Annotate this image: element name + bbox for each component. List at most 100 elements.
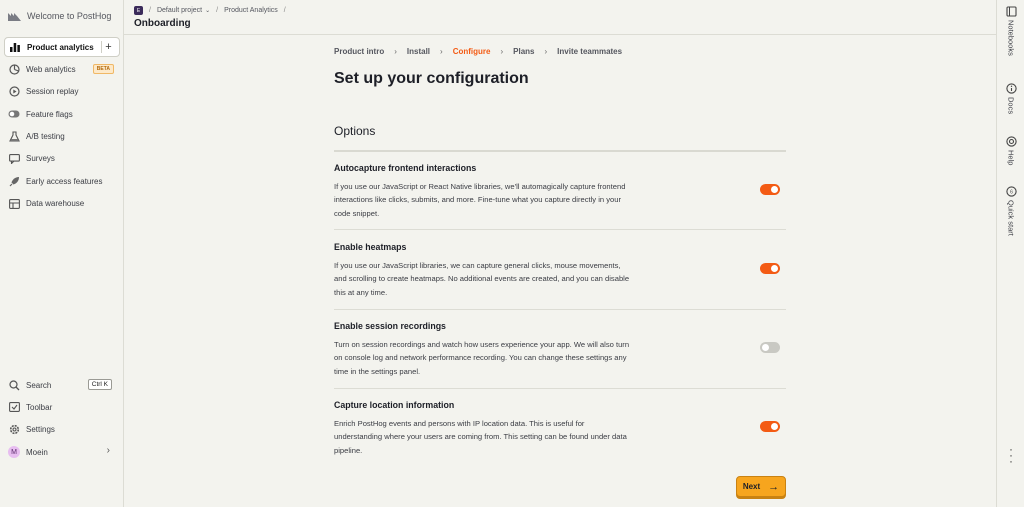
step-product-intro[interactable]: Product intro xyxy=(334,47,384,56)
toolbar-button[interactable]: Toolbar xyxy=(4,397,120,417)
option-description: If you use our JavaScript libraries, we … xyxy=(334,261,630,297)
posthog-logo-icon xyxy=(8,13,21,21)
sidebar-item-product-analytics[interactable]: Product analytics + xyxy=(4,37,120,57)
avatar: M xyxy=(8,446,20,459)
toolbar-icon xyxy=(8,401,20,413)
search-button[interactable]: Search Ctrl K xyxy=(4,375,120,395)
sidebar-item-label: Surveys xyxy=(26,154,55,164)
heatmaps-toggle[interactable] xyxy=(760,263,780,274)
bar-chart-icon xyxy=(9,41,21,53)
option-description: If you use our JavaScript or React Nativ… xyxy=(334,182,626,218)
chevron-right-icon: › xyxy=(500,47,504,56)
progress-icon: 6 xyxy=(1005,186,1017,197)
divider xyxy=(334,388,786,389)
sidebar-item-label: A/B testing xyxy=(26,132,65,142)
divider xyxy=(334,229,786,230)
lifebuoy-icon xyxy=(1005,136,1017,147)
sidebar-item-data-warehouse[interactable]: Data warehouse xyxy=(4,194,120,214)
search-shortcut: Ctrl K xyxy=(87,379,112,390)
search-icon xyxy=(8,379,20,391)
options-title: Options xyxy=(334,124,376,138)
breadcrumb-project[interactable]: Default project xyxy=(157,7,202,14)
chevron-down-icon: ⌄ xyxy=(205,8,211,14)
option-title: Autocapture frontend interactions xyxy=(334,163,477,173)
sidebar-bottom: Search Ctrl K Toolbar Settings M Moein › xyxy=(0,375,124,465)
rail-label: Help xyxy=(1006,150,1016,166)
session-recordings-toggle[interactable] xyxy=(760,342,780,353)
rail-quick-start[interactable]: 6 Quick start xyxy=(997,186,1024,236)
arrow-right-icon: → xyxy=(768,480,780,493)
rail-notebooks[interactable]: Notebooks xyxy=(997,6,1024,56)
sidebar-item-feature-flags[interactable]: Feature flags xyxy=(4,104,120,124)
divider xyxy=(334,150,786,152)
chevron-right-icon: › xyxy=(440,47,443,56)
step-install[interactable]: Install xyxy=(407,47,430,56)
page-heading: Set up your configuration xyxy=(334,70,529,87)
settings-button[interactable]: Settings xyxy=(4,420,120,440)
rail-label: Docs xyxy=(1006,97,1016,115)
brand-label: Welcome to PostHog xyxy=(27,11,112,21)
database-icon xyxy=(8,198,20,210)
gear-icon xyxy=(8,424,20,436)
avatar-wrapper: M xyxy=(8,446,20,459)
breadcrumb: E / Default project ⌄ / Product Analytic… xyxy=(134,6,292,15)
location-toggle[interactable] xyxy=(760,421,780,432)
pie-chart-icon xyxy=(8,63,20,75)
sidebar-item-surveys[interactable]: Surveys xyxy=(4,149,120,169)
toggle-knob xyxy=(762,344,769,351)
sidebar-item-label: Early access features xyxy=(26,176,103,186)
beta-badge: BETA xyxy=(92,64,114,75)
sidebar-item-label: Web analytics xyxy=(26,64,76,74)
breadcrumb-separator: / xyxy=(283,7,286,14)
sidebar-nav: Product analytics + Web analytics BETA S… xyxy=(0,37,124,216)
next-button[interactable]: Next → xyxy=(736,476,786,497)
sidebar-item-ab-testing[interactable]: A/B testing xyxy=(4,127,120,147)
breadcrumb-separator: / xyxy=(216,7,219,14)
project-badge: E xyxy=(134,6,143,15)
toggle-knob xyxy=(771,265,778,272)
sidebar-item-session-replay[interactable]: Session replay xyxy=(4,82,120,102)
toolbar-label: Toolbar xyxy=(26,402,53,412)
play-circle-icon xyxy=(8,86,20,98)
flask-icon xyxy=(8,131,20,143)
step-invite-teammates[interactable]: Invite teammates xyxy=(557,47,622,56)
breadcrumb-separator: / xyxy=(149,7,151,14)
onboarding-steps: Product intro › Install › Configure › Pl… xyxy=(334,47,622,56)
option-description: Turn on session recordings and watch how… xyxy=(334,340,630,376)
autocapture-toggle[interactable] xyxy=(760,184,780,195)
chevron-right-icon: › xyxy=(544,47,548,56)
brand-link[interactable]: Welcome to PostHog xyxy=(0,0,124,32)
more-options-icon[interactable]: · · · xyxy=(997,443,1024,467)
sidebar-item-web-analytics[interactable]: Web analytics BETA xyxy=(4,59,120,79)
user-menu-button[interactable]: M Moein › xyxy=(4,442,120,462)
sidebar-item-label: Product analytics xyxy=(27,42,94,52)
rail-docs[interactable]: Docs xyxy=(997,83,1024,114)
chevron-right-icon: › xyxy=(394,47,397,56)
sidebar-item-label: Feature flags xyxy=(26,109,73,119)
settings-label: Settings xyxy=(26,425,55,435)
page-title: Onboarding xyxy=(134,18,191,29)
rail-help[interactable]: Help xyxy=(997,136,1024,165)
sidebar-item-early-access[interactable]: Early access features xyxy=(4,171,120,191)
divider xyxy=(334,309,786,310)
sidebar-item-label: Session replay xyxy=(26,87,79,97)
search-label: Search xyxy=(26,380,52,390)
sidebar: Welcome to PostHog Product analytics + W… xyxy=(0,0,124,507)
step-configure[interactable]: Configure xyxy=(453,47,491,56)
option-title: Enable session recordings xyxy=(334,321,446,331)
option-title: Enable heatmaps xyxy=(334,242,407,252)
toggle-icon xyxy=(8,108,20,120)
chat-icon xyxy=(8,153,20,165)
rocket-icon xyxy=(8,175,20,187)
notebook-icon xyxy=(1005,6,1017,17)
next-label: Next xyxy=(742,482,761,491)
rail-label: Notebooks xyxy=(1006,20,1016,56)
chevron-right-icon: › xyxy=(106,445,110,457)
info-icon xyxy=(1005,83,1017,94)
breadcrumb-section[interactable]: Product Analytics xyxy=(224,7,278,14)
svg-text:6: 6 xyxy=(1010,190,1013,196)
step-plans[interactable]: Plans xyxy=(513,47,534,56)
top-bar: E / Default project ⌄ / Product Analytic… xyxy=(124,0,996,35)
side-panel-rail: Notebooks Docs Help 6 Quick start · · · xyxy=(996,0,1024,507)
add-insight-button[interactable]: + xyxy=(101,41,115,53)
